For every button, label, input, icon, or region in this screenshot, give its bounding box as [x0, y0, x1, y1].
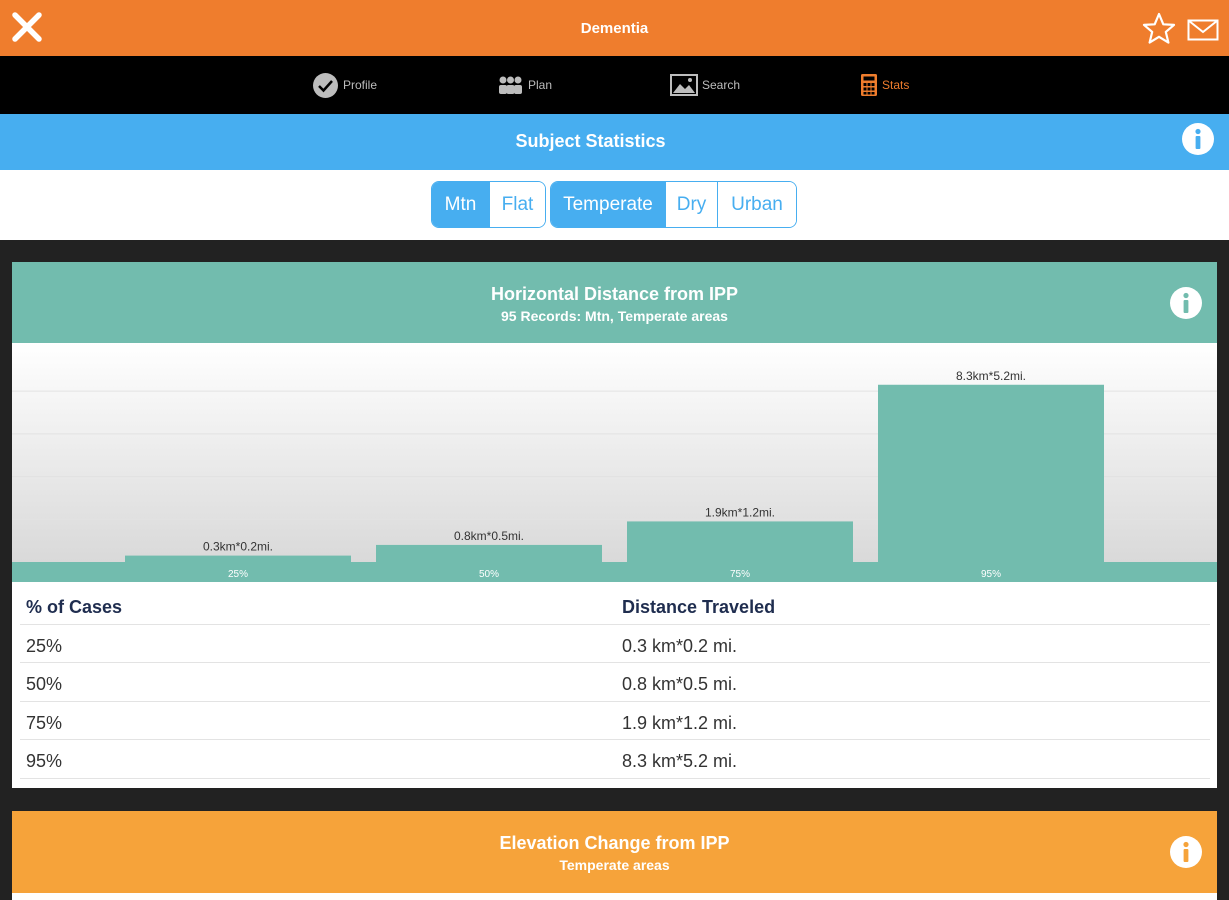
table-row: 25% 0.3 km*0.2 mi. [20, 625, 1210, 663]
column-header-percent: % of Cases [26, 597, 123, 617]
chart-data-label: 0.8km*0.5mi. [454, 529, 524, 543]
segment-flat[interactable]: Flat [489, 182, 545, 227]
chart-bar [878, 384, 1104, 562]
chart-data-label: 1.9km*1.2mi. [705, 505, 775, 519]
info-icon[interactable] [1181, 122, 1215, 156]
chart-category-label: 25% [228, 569, 248, 580]
subject-statistics-header: Subject Statistics [0, 114, 1229, 170]
segment-urban[interactable]: Urban [717, 182, 796, 227]
table-row: 50% 0.8 km*0.5 mi. [20, 663, 1210, 702]
distance-cell: 1.9 km*1.2 mi. [622, 712, 738, 733]
tab-profile-label: Profile [343, 78, 378, 92]
chart-category-label: 75% [730, 569, 750, 580]
segment-mtn[interactable]: Mtn [432, 182, 489, 227]
people-icon [499, 76, 522, 94]
percent-cell: 50% [26, 674, 63, 694]
tab-search[interactable]: Search [670, 56, 740, 114]
distance-table: % of Cases Distance Traveled 25% 0.3 km*… [20, 586, 1210, 779]
terrain-segmented-control: Mtn Flat [431, 181, 546, 228]
top-app-bar: Dementia [0, 0, 1229, 56]
image-icon [670, 74, 698, 96]
chart-bar [125, 555, 351, 562]
check-circle-icon [313, 72, 338, 98]
percent-cell: 75% [26, 712, 63, 733]
distance-cell: 0.3 km*0.2 mi. [622, 635, 738, 656]
distance-cell: 0.8 km*0.5 mi. [622, 674, 738, 694]
tab-search-label: Search [702, 78, 741, 92]
tab-bar: Profile Plan Search Stats [0, 56, 1229, 114]
table-header-row: % of Cases Distance Traveled [20, 586, 1210, 625]
chart-data-label: 0.3km*0.2mi. [203, 540, 273, 554]
tab-plan-label: Plan [528, 78, 553, 92]
page-title: Dementia [580, 20, 649, 37]
percent-cell: 95% [26, 751, 63, 771]
climate-segmented-control: Temperate Dry Urban [550, 181, 797, 228]
horizontal-distance-header: Horizontal Distance from IPP 95 Records:… [12, 262, 1217, 343]
section-title: Subject Statistics [515, 131, 666, 151]
chart-data-label: 8.3km*5.2mi. [956, 369, 1026, 383]
tab-profile[interactable]: Profile [312, 56, 377, 114]
horizontal-distance-title: Horizontal Distance from IPP [490, 284, 739, 304]
percent-cell: 25% [26, 635, 63, 656]
table-row: 95% 8.3 km*5.2 mi. [20, 740, 1210, 779]
elevation-change-subtitle: Temperate areas [559, 857, 670, 873]
segment-temperate[interactable]: Temperate [551, 182, 665, 227]
elevation-change-title: Elevation Change from IPP [499, 833, 730, 853]
chart-bar [627, 521, 853, 562]
horizontal-distance-subtitle: 95 Records: Mtn, Temperate areas [501, 308, 728, 324]
info-icon[interactable] [1169, 835, 1203, 869]
chart-baseline-band [12, 562, 1217, 582]
filter-bar: Mtn Flat Temperate Dry Urban [0, 170, 1229, 240]
segment-dry[interactable]: Dry [665, 182, 717, 227]
chart-category-label: 95% [981, 569, 1001, 580]
tab-stats-label: Stats [882, 78, 910, 92]
chart-bar [376, 544, 602, 562]
elevation-change-header: Elevation Change from IPP Temperate area… [12, 811, 1217, 893]
distance-cell: 8.3 km*5.2 mi. [622, 751, 738, 771]
info-icon[interactable] [1169, 286, 1203, 320]
tab-plan[interactable]: Plan [497, 56, 552, 114]
horizontal-distance-card: Horizontal Distance from IPP 95 Records:… [12, 262, 1217, 788]
chart-category-label: 50% [479, 569, 499, 580]
mail-icon[interactable] [1187, 19, 1219, 41]
star-icon[interactable] [1142, 12, 1176, 46]
table-row: 75% 1.9 km*1.2 mi. [20, 702, 1210, 740]
column-header-distance: Distance Traveled [622, 597, 776, 617]
distance-bar-chart: 0.3km*0.2mi. 25% 0.8km*0.5mi. 50% 1.9km*1.2m… [12, 343, 1217, 582]
elevation-change-card: Elevation Change from IPP Temperate area… [12, 811, 1217, 900]
tab-stats[interactable]: Stats [860, 56, 909, 114]
calculator-icon [861, 74, 877, 96]
